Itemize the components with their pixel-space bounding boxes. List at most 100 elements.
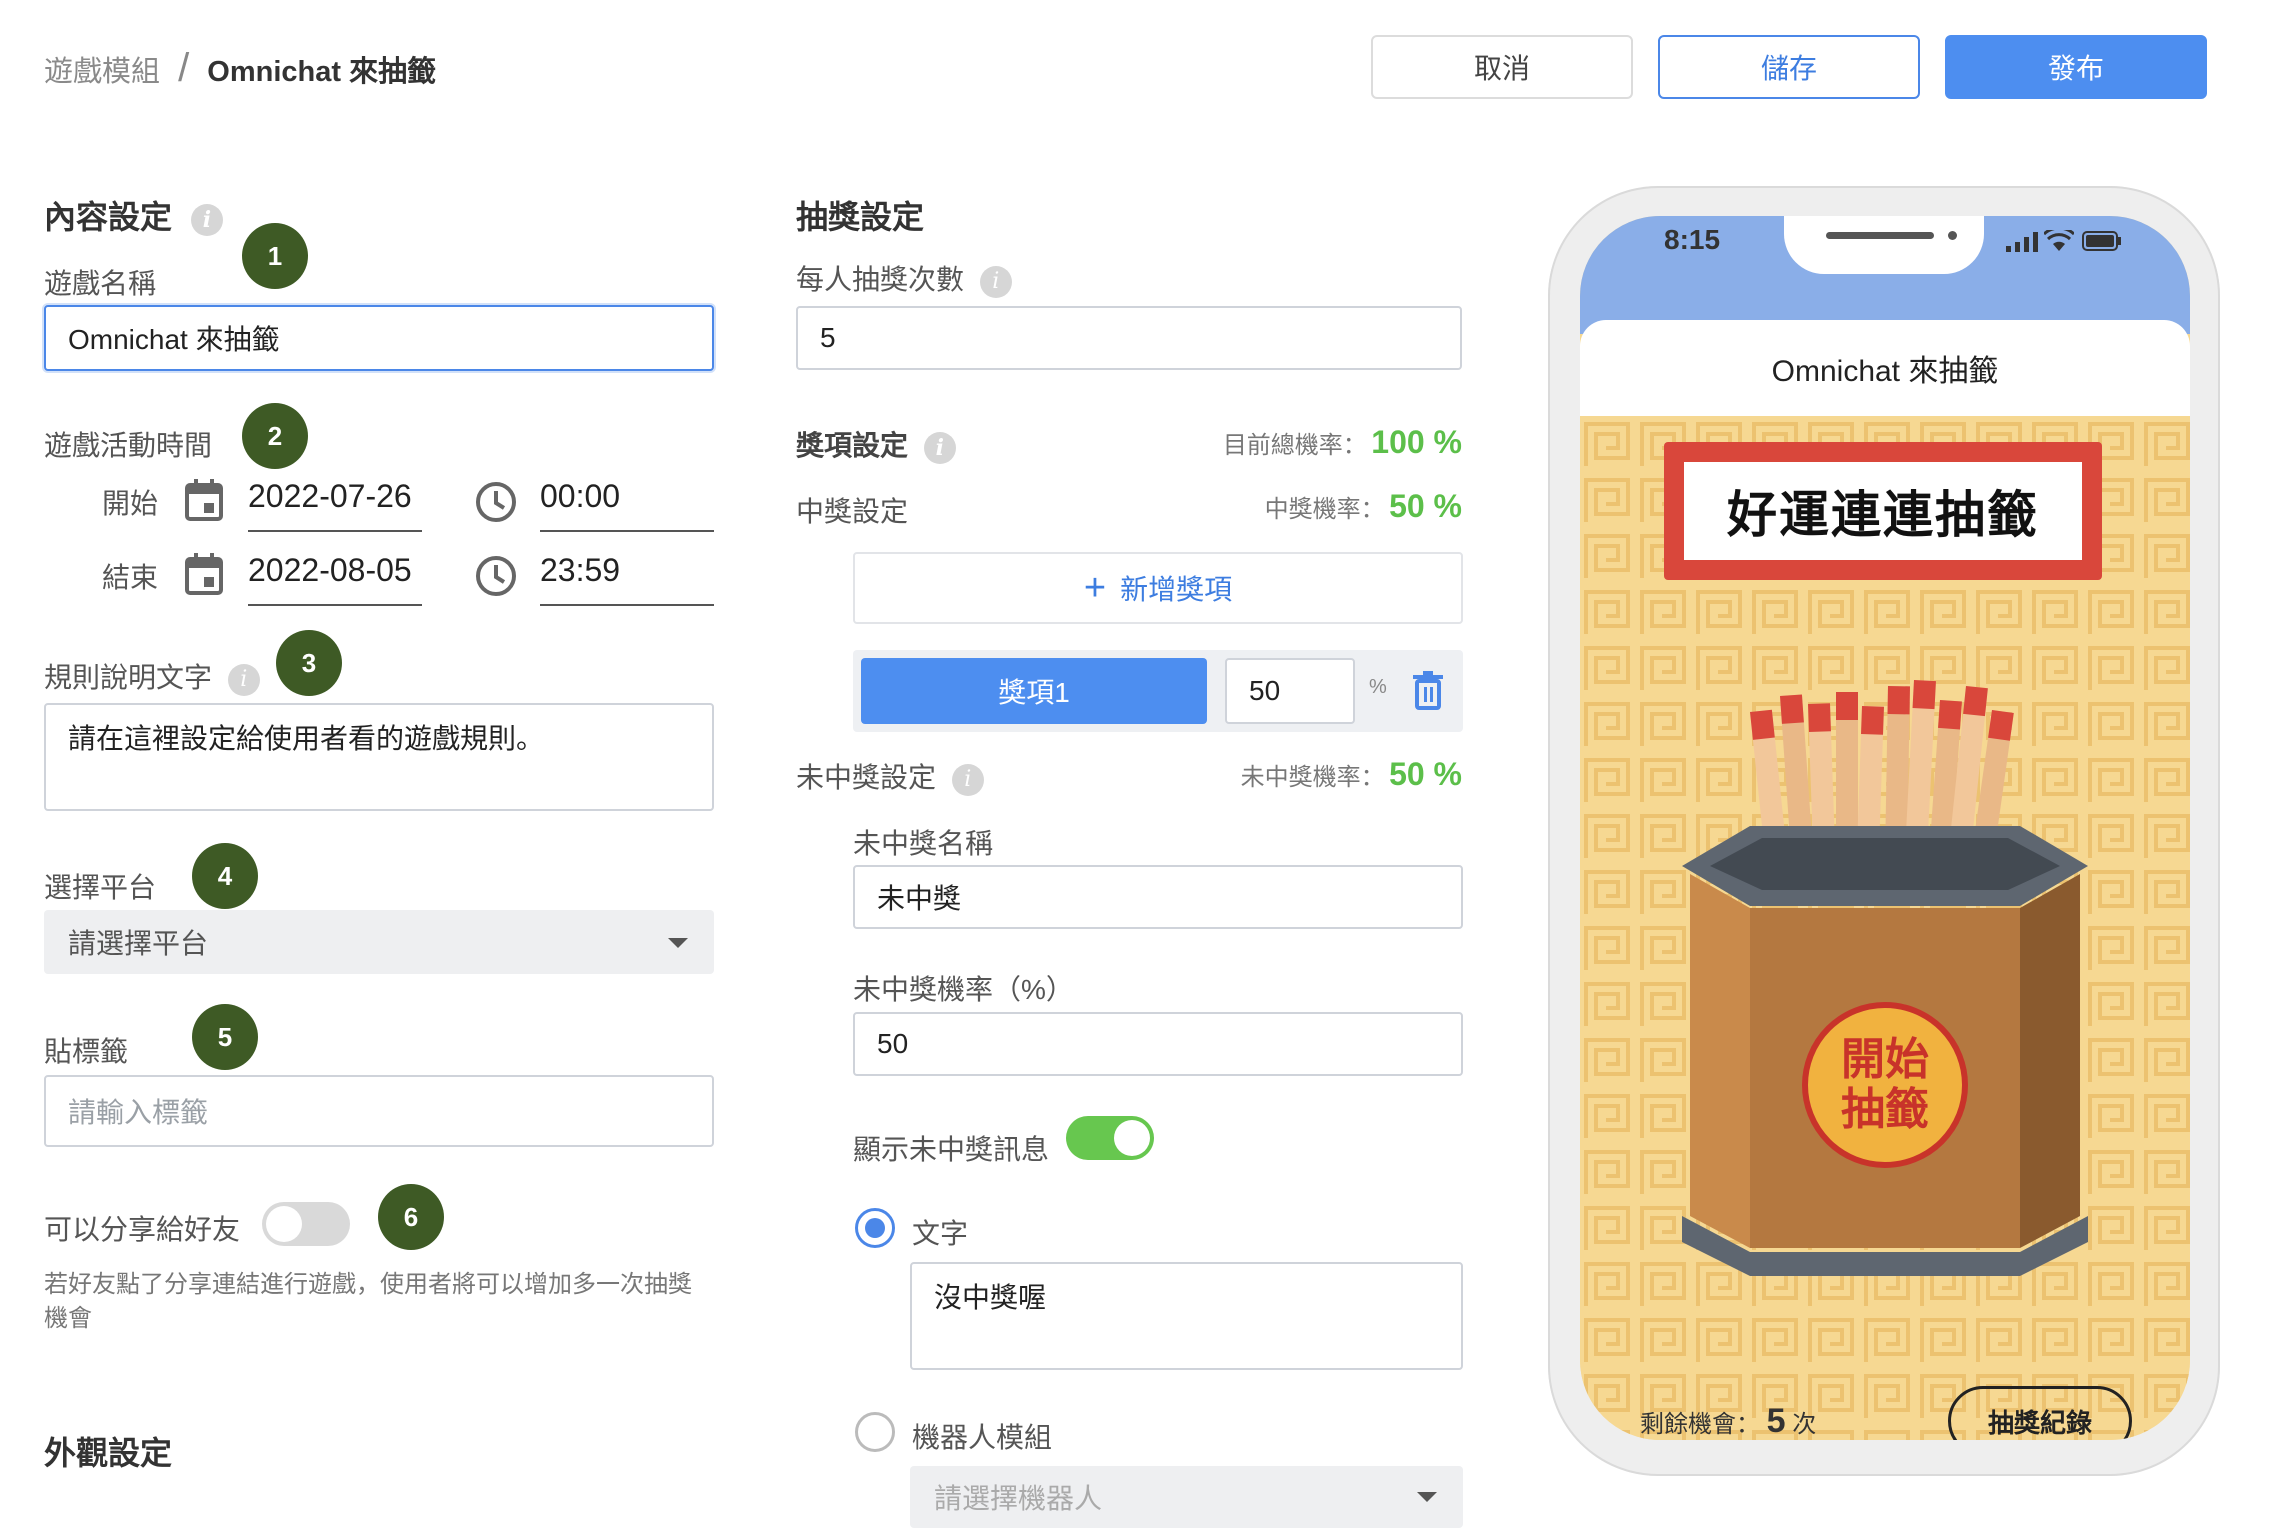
step-badge-1: 1: [242, 223, 308, 289]
battery-icon: [2082, 231, 2122, 256]
game-banner: 好運連連抽籤: [1664, 442, 2102, 580]
step-badge-6: 6: [378, 1184, 444, 1250]
lose-text-textarea[interactable]: 沒中獎喔: [910, 1262, 1463, 1370]
rules-textarea[interactable]: 請在這裡設定給使用者看的遊戲規則。: [44, 703, 714, 811]
end-label: 結束: [102, 562, 159, 593]
step-badge-4: 4: [192, 843, 258, 909]
bot-option-label: 機器人模組: [912, 1422, 1053, 1453]
draws-label: 每人抽獎次數 i: [796, 258, 1012, 298]
rules-label-text: 規則說明文字: [44, 662, 213, 693]
trash-icon[interactable]: [1411, 670, 1445, 715]
info-icon[interactable]: i: [227, 663, 260, 696]
phone-screen: 8:15 Omnichat 來抽籤 好運連連抽籤 開始 抽籤 剩餘機會： 5 次…: [1580, 216, 2190, 1440]
share-help-line-2: 機會: [44, 1305, 92, 1332]
calendar-icon: [184, 552, 224, 601]
game-banner-text: 好運連連抽籤: [1684, 462, 2082, 560]
win-rate: 中獎機率： 50 %: [1265, 488, 1462, 525]
lose-rate-value: 50 %: [1389, 756, 1462, 792]
info-icon[interactable]: i: [979, 265, 1012, 298]
lose-rate: 未中獎機率： 50 %: [1241, 756, 1462, 793]
breadcrumb-parent[interactable]: 遊戲模組: [44, 56, 160, 88]
lottery-settings-title: 抽獎設定: [796, 199, 925, 235]
signal-icon: [2006, 232, 2040, 257]
save-button[interactable]: 儲存: [1658, 35, 1920, 99]
draws-input[interactable]: 5: [796, 306, 1462, 370]
prize-settings-label-text: 獎項設定: [796, 430, 909, 461]
plus-icon: +: [1083, 566, 1107, 609]
phone-header-title: Omnichat 來抽籤: [1580, 320, 2190, 416]
start-draw-button[interactable]: 開始 抽籤: [1802, 1002, 1968, 1168]
history-button[interactable]: 抽獎紀錄: [1948, 1386, 2132, 1440]
lose-name-input[interactable]: 未中獎: [853, 865, 1463, 929]
game-name-label: 遊戲名稱: [44, 268, 157, 299]
phone-time: 8:15: [1664, 224, 1721, 255]
win-settings-label: 中獎設定: [796, 496, 909, 527]
wifi-icon: [2042, 226, 2076, 257]
chevron-down-icon: [668, 938, 688, 948]
lose-name-label: 未中獎名稱: [853, 828, 994, 859]
breadcrumb-current: Omnichat 來抽籤: [207, 56, 437, 88]
content-settings-title-text: 內容設定: [44, 199, 173, 235]
percent-unit: %: [1369, 676, 1387, 698]
schedule-label: 遊戲活動時間: [44, 430, 213, 461]
tags-input[interactable]: 請輸入標籤: [44, 1075, 714, 1147]
chevron-down-icon: [1417, 1492, 1437, 1502]
start-time-field[interactable]: 00:00: [540, 478, 714, 532]
bot-option-radio[interactable]: [855, 1412, 895, 1452]
lose-settings-label: 未中獎設定 i: [796, 756, 984, 796]
info-icon[interactable]: i: [190, 203, 223, 236]
win-rate-value: 50 %: [1389, 488, 1462, 524]
lose-rate-label: 未中獎機率：: [1240, 764, 1385, 791]
end-date-field[interactable]: 2022-08-05: [248, 552, 422, 606]
start-label: 開始: [102, 488, 159, 519]
draws-label-text: 每人抽獎次數: [796, 264, 965, 295]
remaining-label: 剩餘機會：: [1640, 1411, 1760, 1438]
text-option-label: 文字: [912, 1218, 969, 1249]
content-settings-title: 內容設定 i: [44, 192, 223, 238]
share-toggle[interactable]: [262, 1202, 350, 1246]
total-rate-label: 目前總機率：: [1222, 432, 1367, 459]
cancel-button[interactable]: 取消: [1371, 35, 1633, 99]
step-badge-2: 2: [242, 403, 308, 469]
clock-icon: [474, 480, 518, 529]
platform-select[interactable]: 請選擇平台: [44, 910, 714, 974]
text-option-radio[interactable]: [855, 1208, 895, 1248]
show-message-toggle[interactable]: [1066, 1116, 1154, 1160]
remaining-chances: 剩餘機會： 5 次: [1640, 1402, 1816, 1440]
start-draw-line-2: 抽籤: [1841, 1085, 1929, 1134]
lose-rate-input[interactable]: 50: [853, 1012, 1463, 1076]
lose-rate-field-label: 未中獎機率（%）: [853, 974, 1074, 1005]
prize-row: 獎項1 50 %: [853, 650, 1463, 732]
start-draw-line-1: 開始: [1841, 1035, 1929, 1084]
info-icon[interactable]: i: [923, 431, 956, 464]
bot-select[interactable]: 請選擇機器人: [910, 1466, 1463, 1528]
step-badge-5: 5: [192, 1004, 258, 1070]
share-help-text: 若好友點了分享連結進行遊戲，使用者將可以增加多一次抽獎 機會: [44, 1268, 724, 1336]
show-message-label: 顯示未中獎訊息: [853, 1134, 1050, 1165]
share-label: 可以分享給好友: [44, 1214, 241, 1245]
clock-icon: [474, 554, 518, 603]
appearance-title: 外觀設定: [44, 1435, 173, 1471]
lose-settings-label-text: 未中獎設定: [796, 762, 937, 793]
bot-select-value: 請選擇機器人: [934, 1483, 1103, 1514]
win-rate-label: 中獎機率：: [1264, 496, 1385, 523]
fortune-sticks-cup: [1682, 680, 2088, 1276]
start-date-field[interactable]: 2022-07-26: [248, 478, 422, 532]
rules-label: 規則說明文字 i: [44, 656, 260, 696]
game-name-input[interactable]: Omnichat 來抽籤: [44, 305, 714, 371]
toggle-knob: [266, 1206, 302, 1242]
publish-button[interactable]: 發布: [1945, 35, 2207, 99]
total-rate-value: 100 %: [1371, 424, 1462, 460]
calendar-icon: [184, 478, 224, 527]
add-prize-button[interactable]: + 新增獎項: [853, 552, 1463, 624]
breadcrumb: 遊戲模組 / Omnichat 來抽籤: [44, 46, 436, 91]
info-icon[interactable]: i: [951, 763, 984, 796]
phone-notch: [1784, 216, 1984, 274]
step-badge-3: 3: [276, 630, 342, 696]
prize-name-button[interactable]: 獎項1: [861, 658, 1207, 724]
platform-select-value: 請選擇平台: [68, 928, 209, 959]
game-area: 好運連連抽籤 開始 抽籤 剩餘機會： 5 次 抽獎紀錄: [1580, 416, 2190, 1440]
prize-percent-input[interactable]: 50: [1225, 658, 1355, 724]
platform-label: 選擇平台: [44, 872, 157, 903]
end-time-field[interactable]: 23:59: [540, 552, 714, 606]
